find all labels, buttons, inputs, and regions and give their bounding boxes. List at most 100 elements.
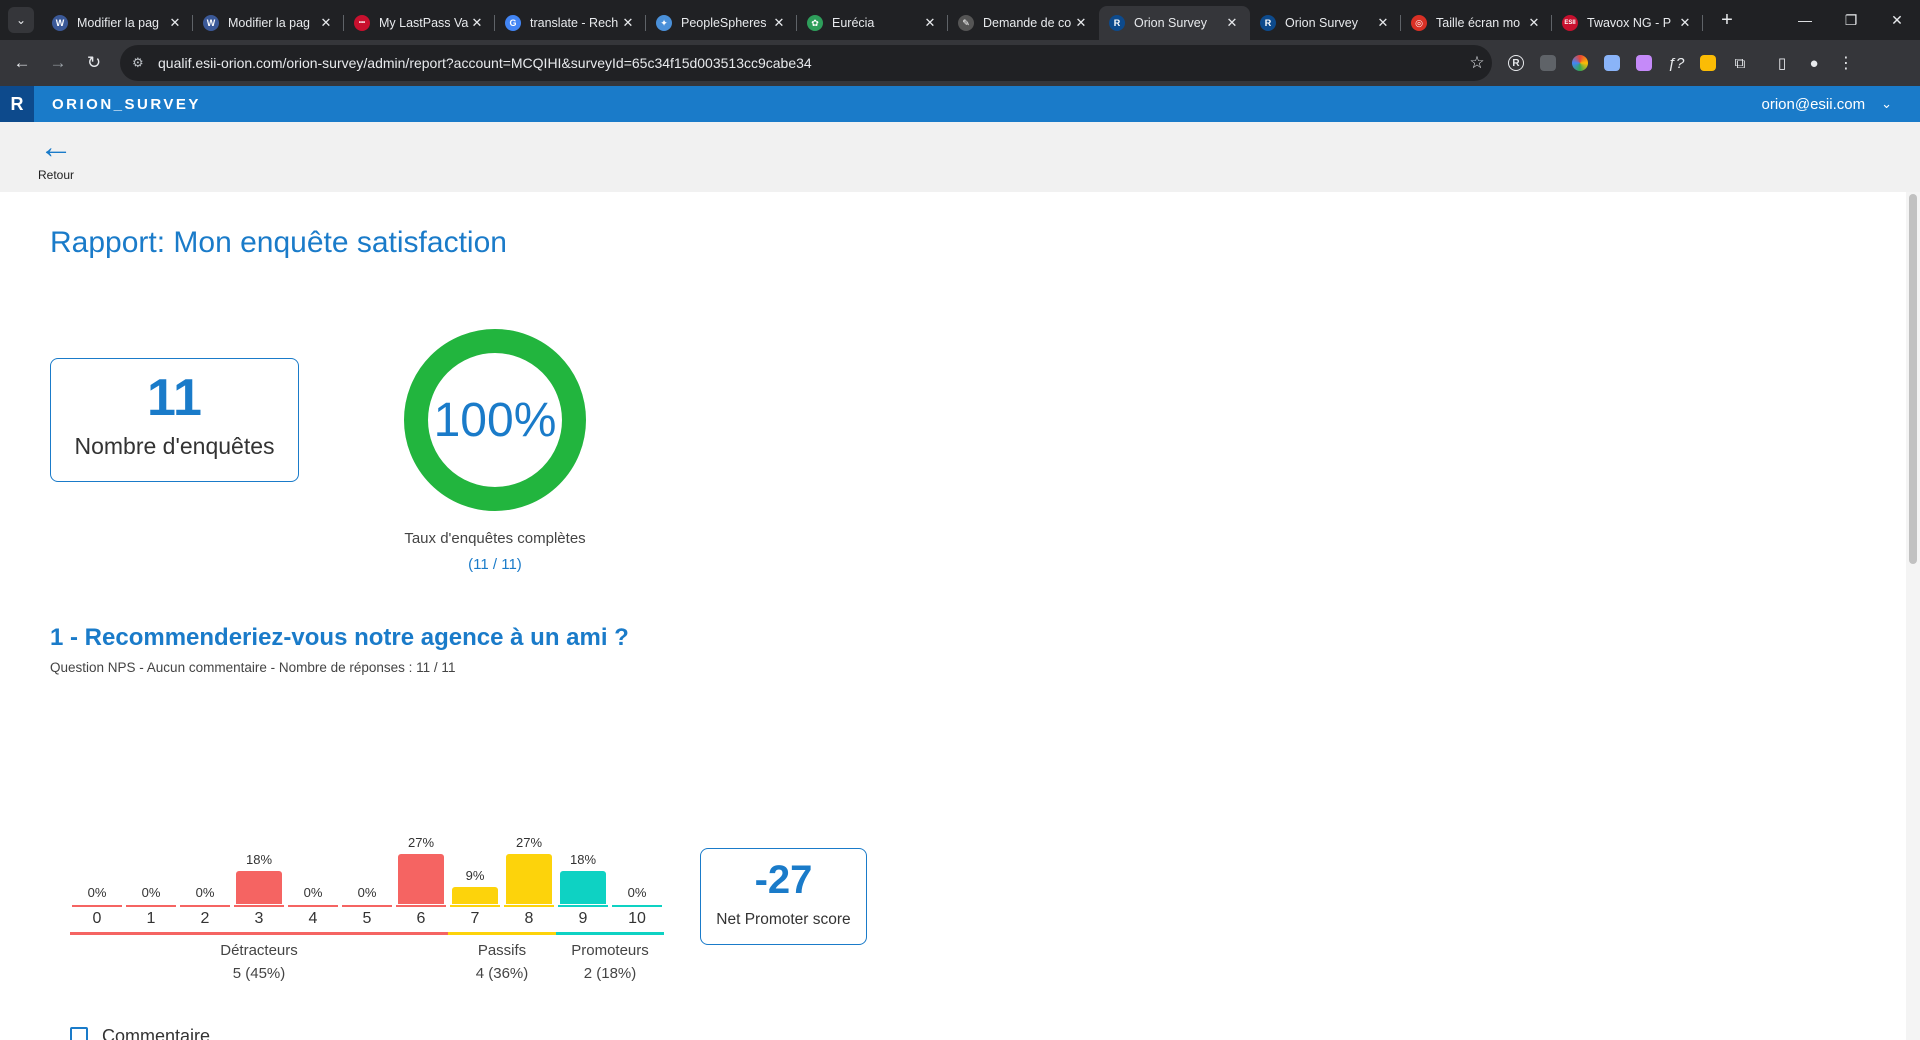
browser-tab[interactable]: Gtranslate - Rech ✕	[495, 6, 646, 40]
browser-tab[interactable]: W Modifier la pag ✕	[193, 6, 344, 40]
browser-tab[interactable]: ◎ Taille écran mo ✕	[1401, 6, 1552, 40]
browser-tab[interactable]: ✦ PeopleSpheres ✕	[646, 6, 797, 40]
url-text[interactable]: qualif.esii-orion.com/orion-survey/admin…	[158, 55, 1462, 71]
nps-bar	[560, 871, 606, 904]
nps-bar-baseline	[504, 905, 554, 907]
browser-tab[interactable]: W Modifier la pag ✕	[42, 6, 193, 40]
nps-score-label: Net Promoter score	[716, 911, 851, 928]
comment-checkbox[interactable]	[70, 1027, 88, 1040]
tab-close-icon[interactable]: ✕	[922, 15, 938, 31]
extension-formula-icon[interactable]: ƒ?	[1660, 47, 1692, 79]
browser-tab[interactable]: R Orion Survey ✕	[1250, 6, 1401, 40]
extension-puzzle-piece-icon[interactable]	[1532, 47, 1564, 79]
tab-close-icon[interactable]: ✕	[771, 15, 787, 31]
nps-score-tick-label: 0	[92, 910, 102, 927]
tab-title: translate - Rech	[530, 16, 619, 30]
restore-button[interactable]: ❐	[1828, 0, 1874, 40]
window-controls: — ❐ ✕	[1782, 0, 1920, 40]
reload-button[interactable]: ↻	[76, 45, 112, 81]
browser-toolbar: ← → ↻ ⚙ qualif.esii-orion.com/orion-surv…	[0, 40, 1920, 86]
tab-favicon-icon: •••	[354, 15, 370, 31]
completion-percent: 100%	[433, 393, 557, 447]
user-menu[interactable]: orion@esii.com ⌄	[1762, 86, 1893, 122]
nps-group-name: Promoteurs	[571, 942, 649, 959]
nps-score-tick-label: 10	[628, 910, 646, 927]
tab-close-icon[interactable]: ✕	[1526, 15, 1542, 31]
tab-favicon-icon: ESII	[1562, 15, 1578, 31]
nps-bar-value-label: 0%	[303, 885, 323, 900]
scrollbar-thumb[interactable]	[1909, 194, 1917, 564]
tab-search-button[interactable]: ⌄	[8, 7, 34, 33]
nps-bar-value-label: 18%	[245, 852, 273, 867]
site-info-icon[interactable]: ⚙	[132, 55, 152, 71]
tab-favicon-icon: ✎	[958, 15, 974, 31]
nps-bar-value-label: 27%	[407, 835, 435, 850]
page-scrollbar[interactable]	[1906, 192, 1920, 1040]
nps-bar-value-label: 0%	[357, 885, 377, 900]
tab-title: Orion Survey	[1134, 16, 1207, 30]
app-header: R ORION_SURVEY orion@esii.com ⌄	[0, 86, 1920, 122]
browser-tab[interactable]: R Orion Survey ✕	[1099, 6, 1250, 40]
tab-close-icon[interactable]: ✕	[620, 15, 636, 31]
nps-chart: 0% 0 0% 1 0% 2 18% 3 0% 4 0% 5 27% 6 9% 7 27% 8 18% 9 0% 10 Dé…	[70, 830, 670, 990]
plus-icon: +	[1721, 8, 1733, 31]
question-title: 1 - Recommenderiez-vous notre agence à u…	[50, 624, 629, 651]
tab-favicon-icon: ◎	[1411, 15, 1427, 31]
extension-mail-icon[interactable]	[1628, 47, 1660, 79]
side-panel-icon[interactable]: ▯	[1766, 47, 1798, 79]
nps-score-card: -27 Net Promoter score	[700, 848, 867, 945]
browser-tab[interactable]: ••• My LastPass Va ✕	[344, 6, 495, 40]
extension-screenshot-icon[interactable]	[1596, 47, 1628, 79]
reload-icon: ↻	[86, 53, 102, 72]
nps-group-line	[556, 932, 664, 935]
comment-toggle[interactable]: Commentaire	[70, 1026, 210, 1040]
tab-close-icon[interactable]: ✕	[1375, 15, 1391, 31]
nps-score-tick-label: 9	[578, 910, 588, 927]
tab-title: Modifier la pag	[77, 16, 159, 30]
tab-title: Demande de co	[983, 16, 1072, 30]
tab-close-icon[interactable]: ✕	[1073, 15, 1089, 31]
back-button[interactable]: ← Retour	[30, 130, 82, 182]
nps-score-tick-label: 7	[470, 910, 480, 927]
nps-bar-baseline	[126, 905, 176, 907]
browser-menu-icon[interactable]: ⋮	[1830, 47, 1862, 79]
browser-tab[interactable]: ✿ Eurécia ✕	[797, 6, 948, 40]
bookmark-star-icon[interactable]: ☆	[1462, 53, 1492, 73]
tab-close-icon[interactable]: ✕	[167, 15, 183, 31]
extensions-menu-icon[interactable]: ⧉	[1724, 47, 1756, 79]
nps-bar-baseline	[342, 905, 392, 907]
profile-icon[interactable]: ●	[1798, 47, 1830, 79]
nps-bar	[506, 854, 552, 904]
extension-notes-icon[interactable]	[1692, 47, 1724, 79]
nps-bar	[236, 871, 282, 904]
nps-bar-value-label: 0%	[141, 885, 161, 900]
address-bar[interactable]: ⚙ qualif.esii-orion.com/orion-survey/adm…	[120, 45, 1492, 81]
browser-tab[interactable]: ESII Twavox NG - P ✕	[1552, 6, 1703, 40]
arrow-left-icon: ←	[39, 128, 73, 166]
tab-close-icon[interactable]: ✕	[1224, 15, 1240, 31]
close-window-button[interactable]: ✕	[1874, 0, 1920, 40]
tab-close-icon[interactable]: ✕	[1677, 15, 1693, 31]
tab-close-icon[interactable]: ✕	[318, 15, 334, 31]
extension-orion-icon[interactable]: R	[1500, 47, 1532, 79]
app-logo[interactable]: R	[0, 86, 34, 122]
forward-nav-button[interactable]: →	[40, 45, 76, 81]
back-label: Retour	[37, 168, 75, 182]
nps-bar-baseline	[180, 905, 230, 907]
app-brand-name: ORION_SURVEY	[52, 95, 201, 113]
back-nav-button[interactable]: ←	[4, 45, 40, 81]
tab-title: Modifier la pag	[228, 16, 310, 30]
tab-close-icon[interactable]: ✕	[469, 15, 485, 31]
nps-bar-value-label: 0%	[627, 885, 647, 900]
browser-tab[interactable]: ✎ Demande de co ✕	[948, 6, 1099, 40]
completion-caption: Taux d'enquêtes complètes	[404, 530, 586, 547]
chevron-down-icon: ⌄	[15, 13, 27, 27]
nps-bar-baseline	[234, 905, 284, 907]
tab-title: Taille écran mo	[1436, 16, 1521, 30]
tab-favicon-icon: R	[1260, 15, 1276, 31]
minimize-button[interactable]: —	[1782, 0, 1828, 40]
new-tab-button[interactable]: +	[1715, 9, 1739, 32]
extension-color-picker-icon[interactable]	[1564, 47, 1596, 79]
survey-count-label: Nombre d'enquêtes	[74, 433, 275, 459]
nps-score-tick-label: 6	[416, 910, 426, 927]
